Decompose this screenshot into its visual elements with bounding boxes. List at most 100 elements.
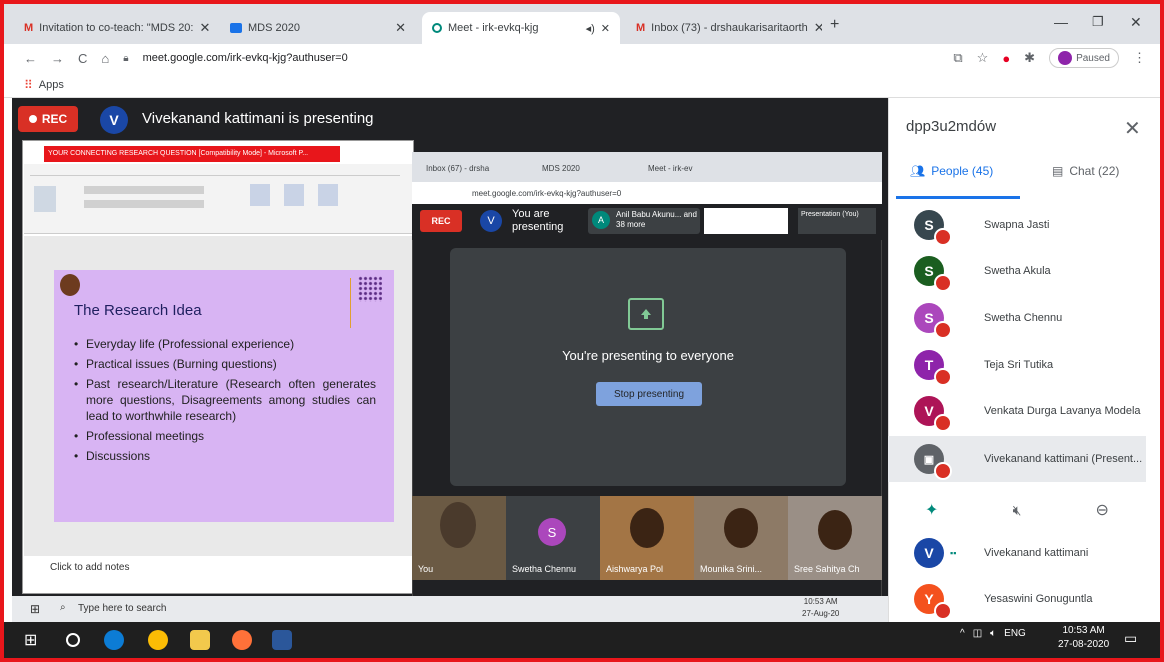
volume-icon[interactable]: 🔈︎: [990, 628, 996, 639]
star-icon[interactable]: ☆: [977, 50, 989, 66]
windows-icon: ⊞: [30, 602, 41, 616]
menu-icon[interactable]: ⋮: [1133, 50, 1146, 66]
presenting-card: [450, 248, 846, 486]
browser-toolbar: ← → C ⌂ 🔒︎ meet.google.com/irk-evkq-kjg?…: [4, 44, 1160, 72]
slide-title: The Research Idea: [74, 302, 202, 319]
search-icon[interactable]: [66, 633, 80, 647]
gmail-icon: M: [636, 22, 646, 34]
firefox-icon[interactable]: [232, 630, 252, 650]
mic-off-icon: [934, 602, 952, 620]
tab-inbox[interactable]: M Inbox (73) - drshaukarisaritaorth ✕: [626, 12, 822, 44]
browser-tab-bar: M Invitation to co-teach: "MDS 20: ✕ MDS…: [4, 4, 1160, 44]
pinterest-icon[interactable]: ●: [1002, 51, 1010, 66]
drawing-icon: [250, 184, 270, 206]
mic-off-icon: [934, 414, 952, 432]
tab-mds[interactable]: MDS 2020 ✕: [220, 12, 416, 44]
system-clock[interactable]: 10:53 AM 27-08-2020: [1058, 624, 1109, 652]
close-icon[interactable]: ✕: [395, 20, 406, 36]
share-pdf-icon: [318, 184, 338, 206]
participant-row-presenter[interactable]: ▣ Vivekanand kattimani (Present...: [888, 436, 1146, 482]
extensions-icon[interactable]: ✱: [1024, 50, 1035, 66]
mic-off-icon: [934, 462, 952, 480]
close-icon[interactable]: ✕: [601, 22, 610, 35]
speaker-icon: ◂): [585, 22, 595, 35]
chevron-up-icon[interactable]: ^: [960, 628, 965, 639]
apps-bookmark[interactable]: Apps: [39, 79, 64, 91]
meeting-code: dpp3u2mdów: [906, 118, 997, 135]
tab-invitation[interactable]: M Invitation to co-teach: "MDS 20: ✕: [14, 12, 214, 44]
close-icon[interactable]: ✕: [1124, 116, 1141, 141]
participant-controls: ✦ 🔇︎ ⊖: [888, 490, 1146, 530]
restore-icon[interactable]: ❐: [1092, 14, 1104, 30]
presenting-text: You're presenting to everyone: [562, 348, 734, 363]
reload-icon[interactable]: C: [78, 51, 87, 66]
back-icon[interactable]: ←: [24, 51, 37, 66]
apps-icon[interactable]: ⠿: [24, 78, 33, 92]
mute-icon[interactable]: 🔇︎: [1013, 502, 1022, 519]
gmail-icon: M: [24, 22, 34, 34]
meet-icon: [432, 23, 442, 33]
translate-icon[interactable]: ⧉: [953, 50, 962, 66]
presenter-label: Vivekanand kattimani is presenting: [142, 110, 374, 127]
list-item: Professional meetings: [72, 428, 376, 444]
participant-row[interactable]: V Venkata Durga Lavanya Modela: [888, 388, 1146, 434]
presenter-avatar: V: [100, 106, 128, 134]
new-tab-icon[interactable]: +: [830, 16, 839, 34]
list-item: Discussions: [72, 448, 376, 464]
present-screen-icon: [628, 298, 664, 330]
shared-windows-taskbar: ⊞ ⌕ Type here to search 10:53 AM 27-Aug-…: [12, 596, 888, 622]
minimize-icon[interactable]: —: [1054, 14, 1068, 30]
app-icon[interactable]: [272, 630, 292, 650]
slide-bullets: Everyday life (Professional experience) …: [72, 336, 376, 468]
mic-off-icon: [934, 228, 952, 246]
notifications-icon[interactable]: ▭: [1124, 630, 1137, 647]
new-slide-icon: [34, 186, 56, 212]
recording-badge: REC: [18, 106, 78, 132]
home-icon[interactable]: ⌂: [101, 51, 109, 66]
participant-row[interactable]: V ▪▪ Vivekanand kattimani: [888, 530, 1146, 576]
list-item: Everyday life (Professional experience): [72, 336, 376, 352]
participant-row[interactable]: S Swapna Jasti: [888, 202, 1146, 248]
edge-icon[interactable]: [104, 630, 124, 650]
video-tile: S Swetha Chennu: [506, 496, 600, 580]
tab-meet[interactable]: Meet - irk-evkq-kjg ◂) ✕: [422, 12, 620, 44]
close-icon[interactable]: ✕: [199, 20, 210, 36]
close-icon[interactable]: ✕: [814, 20, 822, 36]
stop-presenting-button[interactable]: Stop presenting: [596, 382, 702, 406]
list-item: Practical issues (Burning questions): [72, 356, 376, 372]
participant-row[interactable]: Y Yesaswini Gonuguntla: [888, 576, 1146, 622]
avatar: V: [914, 538, 944, 568]
speaking-icon: ▪▪: [950, 548, 957, 558]
mic-off-icon: [934, 321, 952, 339]
list-item: Past research/Literature (Research often…: [72, 376, 376, 424]
editing-icon: [284, 184, 304, 206]
system-tray: ^ ◫ 🔈︎ ENG: [960, 628, 1026, 639]
chat-icon: ▤: [1052, 164, 1064, 178]
window-close-icon[interactable]: ✕: [1130, 14, 1142, 31]
address-bar[interactable]: meet.google.com/irk-evkq-kjg?authuser=0: [143, 52, 348, 64]
video-tile: Mounika Srini...: [694, 496, 788, 580]
lock-icon: 🔒︎: [123, 52, 129, 64]
participant-row[interactable]: T Teja Sri Tutika: [888, 342, 1146, 388]
nested-meet-topbar: REC V You are presenting A Anil Babu Aku…: [412, 204, 882, 240]
forward-icon[interactable]: →: [51, 51, 64, 66]
profile-button[interactable]: Paused: [1049, 48, 1119, 68]
slide-notes: Click to add notes: [50, 562, 130, 573]
classroom-icon: [230, 23, 242, 33]
video-tile: Aishwarya Pol: [600, 496, 694, 580]
network-icon[interactable]: ◫: [973, 628, 982, 639]
ppt-window-title: YOUR CONNECTING RESEARCH QUESTION [Compa…: [44, 146, 340, 162]
pin-icon[interactable]: ✦: [925, 500, 938, 520]
participant-row[interactable]: S Swetha Akula: [888, 248, 1146, 294]
remove-icon[interactable]: ⊖: [1096, 500, 1109, 520]
chrome-icon[interactable]: [148, 630, 168, 650]
video-tile: You: [412, 496, 506, 580]
dots-decoration: [358, 276, 382, 302]
tab-people[interactable]: 👥︎ People (45): [910, 164, 993, 178]
windows-start-icon[interactable]: ⊞: [24, 630, 44, 650]
folder-icon[interactable]: [190, 630, 210, 650]
nested-address-bar: meet.google.com/irk-evkq-kjg?authuser=0: [412, 182, 882, 204]
tab-chat[interactable]: ▤ Chat (22): [1052, 164, 1119, 178]
participant-row[interactable]: S Swetha Chennu: [888, 295, 1146, 341]
active-tab-indicator: [896, 196, 1020, 199]
